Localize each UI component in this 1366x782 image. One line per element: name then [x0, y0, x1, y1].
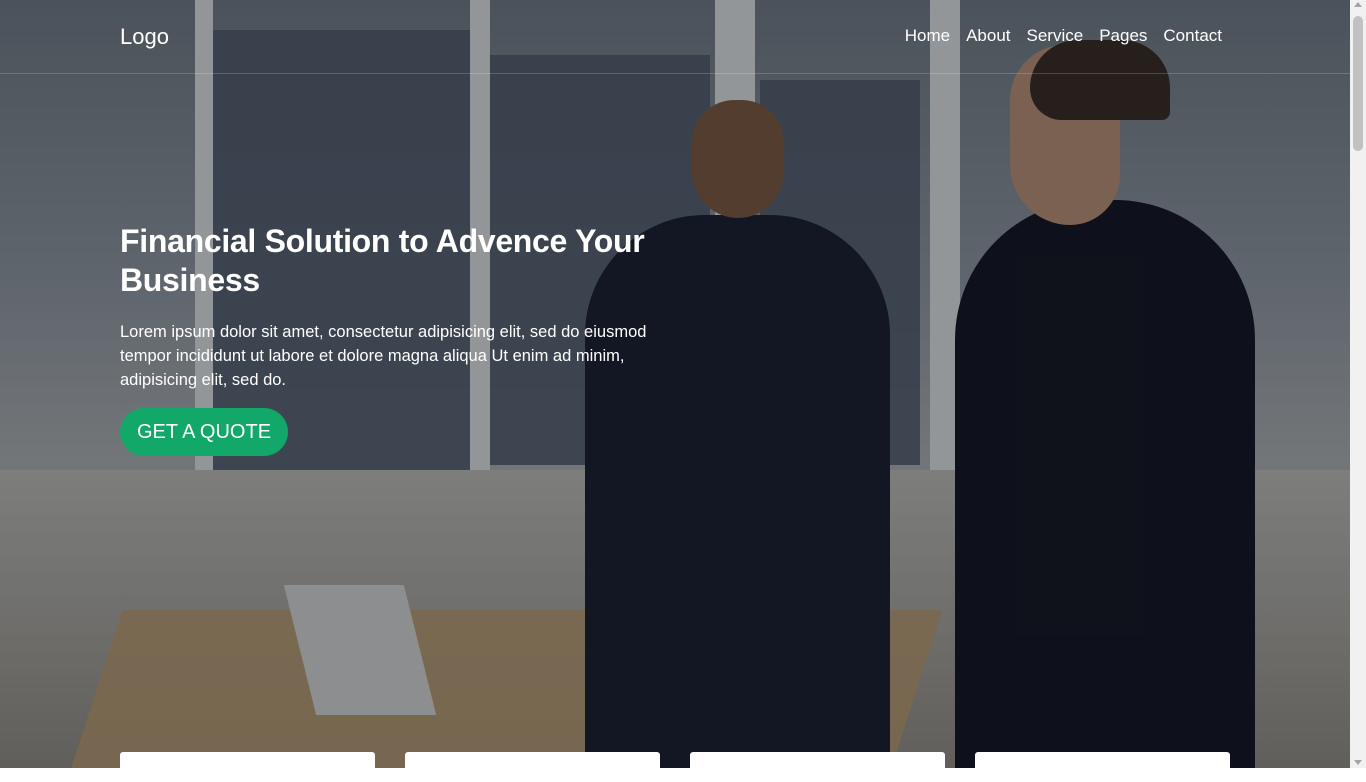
nav-link-about[interactable]: About [966, 26, 1010, 46]
site-logo[interactable]: Logo [120, 24, 169, 50]
nav-link-contact[interactable]: Contact [1163, 26, 1222, 46]
hero-description: Lorem ipsum dolor sit amet, consectetur … [120, 323, 647, 389]
feature-card [690, 752, 945, 782]
nav-link-home[interactable]: Home [905, 26, 950, 46]
nav-link-service[interactable]: Service [1027, 26, 1084, 46]
feature-card [120, 752, 375, 782]
hero-title: Financial Solution to Advence Your Busin… [120, 223, 645, 298]
main-nav: Home About Service Pages Contact [905, 26, 1222, 46]
page-scrollbar[interactable] [1350, 0, 1366, 768]
scroll-up-arrow-icon[interactable] [1354, 2, 1362, 7]
nav-link-pages[interactable]: Pages [1099, 26, 1147, 46]
get-a-quote-button[interactable]: GET A QUOTE [120, 408, 288, 456]
feature-card [405, 752, 660, 782]
feature-card [975, 752, 1230, 782]
scrollbar-thumb[interactable] [1353, 16, 1363, 151]
scroll-down-arrow-icon[interactable] [1354, 760, 1362, 765]
navbar: Logo Home About Service Pages Contact [0, 0, 1350, 74]
